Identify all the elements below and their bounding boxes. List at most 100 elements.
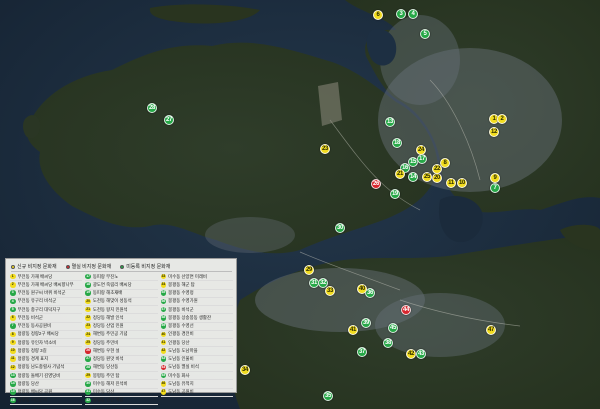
legend-item: 47 도남동 공원비 xyxy=(160,389,233,397)
legend-item-label: 무전동 원구씨 바위 비석군 xyxy=(17,290,66,296)
map-marker: 14 xyxy=(408,172,418,182)
legend-item: 14 정량동 당산 xyxy=(10,380,83,389)
legend-item-label: 해변동 주민공 기념 xyxy=(92,331,128,337)
legend-number-badge: 11 xyxy=(10,356,16,362)
legend-header-item: 멸실 비지정 문화재 xyxy=(65,263,112,270)
legend-item-label: 봉평동 주민 탑 xyxy=(92,372,120,378)
legend-item-label: 정량동 유인자 박소비 xyxy=(17,339,57,345)
legend-item: 3 무전동 원구씨 바위 비석군 xyxy=(10,290,83,298)
legend-item-label: 봉평동 비석군 xyxy=(168,306,194,312)
legend-number-badge: 8 xyxy=(10,331,16,338)
legend-item: 13 정량동 돌배기 김영당비 xyxy=(10,372,83,381)
legend-item-label: 봉평동 수영선 xyxy=(168,323,194,329)
legend-item-label: 정량동 당산 xyxy=(17,380,39,386)
legend-item: 12 정량동 남도충렬사 기념석 xyxy=(10,364,83,372)
legend-item: 26 해변동 우현 설 xyxy=(85,347,158,356)
legend-number-badge: 35 xyxy=(160,290,167,296)
legend-item: 16 정량동 이건문비 xyxy=(10,397,83,405)
map-marker: 19 xyxy=(390,189,400,199)
legend-column: 1 무전동 가재 배씨당 2 무전동 가재 배씨당 배씨향나무 3 무전동 원구씨 바위 … xyxy=(10,273,83,405)
legend-number-badge: 13 xyxy=(10,372,16,379)
legend-item-label: 도남동 도남마을 xyxy=(168,347,198,353)
legend-item-label: 미수동 당산 xyxy=(92,389,115,395)
legend-number-badge: 28 xyxy=(85,364,91,371)
legend-number-badge: 3 xyxy=(10,290,16,296)
legend-item-label: 미수동 해저 진석비 xyxy=(92,380,128,386)
legend-item: 19 동피랑 해초재배 xyxy=(85,290,158,298)
legend-item-label: 정량동 남도충렬사 기념석 xyxy=(17,364,65,370)
legend-item-label: 인평동 당산 xyxy=(168,339,190,345)
map-marker: 17 xyxy=(417,154,427,164)
legend-item: 10 정량동 정량 3길 xyxy=(10,347,83,356)
legend-item: 7 무전동 동사공원비 xyxy=(10,323,83,331)
legend-item-label: 봉평동 해군 탑 xyxy=(168,281,195,287)
legend-item: 23 정당동 산업 민원 xyxy=(85,323,158,331)
legend-header-label: 멸실 비지정 문화재 xyxy=(71,264,112,270)
legend-number-badge: 16 xyxy=(10,397,16,404)
legend-item-label: 정당동 주민비 xyxy=(92,339,119,345)
legend-number-badge: 12 xyxy=(10,364,16,371)
legend-number-badge: 6 xyxy=(10,315,16,321)
legend-item: 22 정당동 해발 인석 xyxy=(85,314,158,323)
legend-item: 32 봉평동 민간 매장 xyxy=(85,397,158,405)
legend-item-label: 봉평동 수영정 xyxy=(168,290,194,296)
legend-item-label: 정당동 해발 인석 xyxy=(92,314,124,320)
legend-item: 27 정당동 원맛 비석 xyxy=(85,356,158,364)
legend-item-label: 무전동 가재 배씨당 배씨향나무 xyxy=(17,281,74,287)
legend-number-badge: 34 xyxy=(160,282,167,288)
map-marker: 21 xyxy=(395,169,405,179)
map-marker: 29 xyxy=(304,265,314,275)
legend-item-label: 도남동 유적지 xyxy=(168,380,194,386)
legend-number-badge: 1 xyxy=(10,273,16,280)
map-marker: 13 xyxy=(385,117,395,127)
map-marker: 39 xyxy=(361,318,371,328)
legend-item: 43 도남동 인물비 xyxy=(160,356,233,364)
legend-item: 40 인평동 경전비 xyxy=(160,331,233,339)
legend-item: 29 봉평동 주민 탑 xyxy=(85,372,158,381)
map-marker: 5 xyxy=(420,29,430,39)
legend-number-badge: 31 xyxy=(85,389,91,395)
legend-number-badge: 2 xyxy=(10,282,16,288)
legend-item: 15 정량동 배씨당 공원 xyxy=(10,389,83,397)
legend-item: 18 광도면 죽림리 배씨당 xyxy=(85,281,158,290)
legend-item-label: 정량동 돌배기 김영당비 xyxy=(17,372,61,378)
legend-item: 37 봉평동 비석군 xyxy=(160,306,233,315)
map-marker: 42 xyxy=(406,349,416,359)
legend-number-badge: 24 xyxy=(85,331,91,338)
legend-item: 35 봉평동 수영정 xyxy=(160,290,233,298)
legend-item-label: 동피랑 무진노 xyxy=(92,273,119,279)
map-marker: 34 xyxy=(240,365,250,375)
map-legend: 신규 비지정 문화재 멸실 비지정 문화재 미등록 비지정 문화재 1 무전동 가재 … xyxy=(5,258,237,405)
legend-item-label: 미수동 화사 xyxy=(168,372,190,378)
legend-number-badge: 36 xyxy=(160,298,167,305)
legend-header: 신규 비지정 문화재 멸실 비지정 문화재 미등록 비지정 문화재 xyxy=(11,262,232,272)
legend-header-label: 미등록 비지정 문화재 xyxy=(126,264,171,270)
legend-header-label: 신규 비지정 문화재 xyxy=(17,264,57,270)
legend-number-badge: 7 xyxy=(10,323,16,329)
legend-number-badge: 33 xyxy=(160,273,167,280)
map-marker: 10 xyxy=(457,178,467,188)
map-marker: 23 xyxy=(320,144,330,154)
legend-item-label: 도천동 왕지 민원석 xyxy=(92,306,128,312)
legend-number-badge: 29 xyxy=(85,372,91,379)
legend-number-badge: 5 xyxy=(10,306,16,313)
legend-item-label: 도남동 인물비 xyxy=(168,356,194,362)
legend-number-badge: 44 xyxy=(160,364,167,371)
legend-item: 21 도천동 왕지 민원석 xyxy=(85,306,158,315)
legend-number-badge: 26 xyxy=(85,348,91,354)
map-marker: 2 xyxy=(497,114,507,124)
legend-item-label: 해변동 우현 설 xyxy=(92,347,120,353)
map-marker: 38 xyxy=(383,338,393,348)
legend-number-badge: 41 xyxy=(160,339,167,346)
legend-number-badge: 9 xyxy=(10,339,16,346)
legend-number-badge: 19 xyxy=(85,290,91,296)
legend-number-badge: 4 xyxy=(10,298,16,305)
legend-number-badge: 14 xyxy=(10,381,16,387)
map-marker: 47 xyxy=(486,325,496,335)
legend-item: 45 미수동 화사 xyxy=(160,372,233,381)
legend-item-label: 무전동 충구리 대덕지구 xyxy=(17,306,61,312)
map-marker: 43 xyxy=(416,349,426,359)
legend-item-label: 무전동 가재 배씨당 xyxy=(17,273,53,279)
legend-number-badge: 25 xyxy=(85,339,91,346)
legend-number-badge: 46 xyxy=(160,381,167,387)
